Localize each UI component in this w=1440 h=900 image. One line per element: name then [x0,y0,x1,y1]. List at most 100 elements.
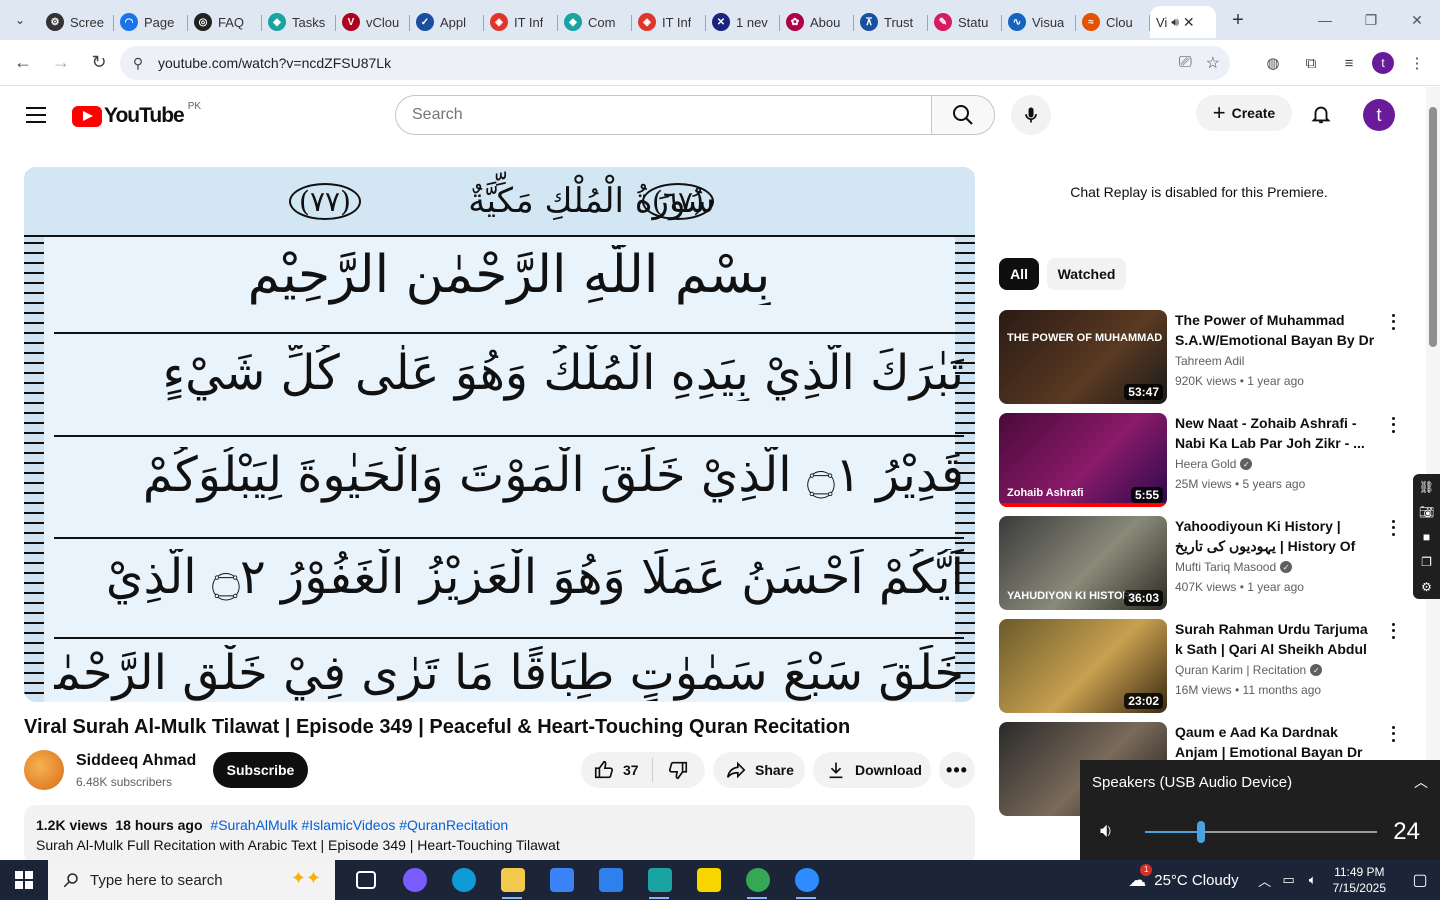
translate-icon[interactable]: ◍ [1258,48,1288,78]
scrollbar-thumb[interactable] [1429,107,1437,347]
camera-icon[interactable]: 📷︎ [1419,505,1434,519]
chip-watched[interactable]: Watched [1047,258,1126,290]
link-icon[interactable]: ⛓ [1419,480,1434,494]
browser-tab[interactable]: ◈ IT Inf [632,6,706,38]
rec-thumbnail[interactable]: THE POWER OF MUHAMMAD 53:47 [999,310,1167,404]
restore-icon[interactable]: ❐ [1348,0,1394,40]
rec-channel[interactable]: Mufti Tariq Masood ✓ [1175,560,1293,574]
rec-thumbnail[interactable]: YAHUDIYON KI HISTORY 36:03 [999,516,1167,610]
audio-device-name[interactable]: Speakers (USB Audio Device) [1092,774,1292,791]
start-button[interactable] [0,860,48,900]
chevron-up-icon[interactable]: ︿ [1414,772,1428,792]
browser-tab[interactable]: ◈ IT Inf [484,6,558,38]
taskbar-app-copilot[interactable] [390,860,439,900]
taskbar-app-zoom[interactable] [782,860,831,900]
back-icon[interactable]: ← [6,46,40,80]
url-text[interactable]: youtube.com/watch?v=ncdZFSU87Lk [158,55,391,71]
taskbar-app-sticky-notes[interactable] [684,860,733,900]
close-tab-icon[interactable]: ✕ [1183,14,1195,31]
profile-avatar[interactable]: t [1372,52,1394,74]
rec-channel[interactable]: Quran Karim | Recitation ✓ [1175,663,1323,677]
hashtags[interactable]: #SurahAlMulk #IslamicVideos #QuranRecita… [210,817,508,833]
reload-icon[interactable]: ↻ [82,46,116,80]
share-button[interactable]: Share [713,752,805,788]
window-icon[interactable]: ❐ [1421,555,1432,569]
rec-thumbnail[interactable]: 23:02 [999,619,1167,713]
recommendation-item[interactable]: Qaum e Aad Ka Dardnak Anjam | Emotional … [999,722,1409,816]
volume-slider[interactable] [1145,821,1377,843]
browser-tab[interactable]: ◆ Com [558,6,632,38]
speaker-icon[interactable]: 🔉︎ [1100,820,1113,843]
rec-title[interactable]: The Power of Muhammad S.A.W/Emotional Ba… [1175,310,1379,350]
rec-more-icon[interactable] [1387,312,1399,332]
install-app-icon[interactable]: ⎚ [1179,54,1192,72]
tab-search-button[interactable]: ⌄ [6,6,34,34]
download-button[interactable]: Download [813,752,931,788]
dislike-button[interactable] [653,759,703,781]
rec-thumbnail[interactable]: Zohaib Ashrafi 5:55 [999,413,1167,507]
extensions-icon[interactable]: ⧉ [1296,48,1326,78]
video-player[interactable]: (٧٧) سُورَةُ الْمُلْكِ مَكِّيَّةٌ (٦٧) ب… [24,167,975,702]
search-input[interactable]: Search [395,95,932,135]
rec-more-icon[interactable] [1387,621,1399,641]
new-tab-button[interactable]: + [1222,6,1254,34]
youtube-logo[interactable]: YouTube PK [72,101,201,128]
like-button[interactable]: 37 [581,758,653,782]
rec-title[interactable]: Surah Rahman Urdu Tarjuma k Sath | Qari … [1175,619,1379,659]
description-box[interactable]: 1.2K views 18 hours ago #SurahAlMulk #Is… [24,805,975,865]
taskbar-app-mail[interactable] [586,860,635,900]
browser-tab[interactable]: ✕ 1 nev [706,6,780,38]
taskbar-clock[interactable]: 11:49 PM 7/15/2025 [1333,864,1386,896]
settings-gear-icon[interactable]: ⚙ [1421,580,1432,594]
address-bar[interactable]: ⚲ youtube.com/watch?v=ncdZFSU87Lk ⎚ ☆ [120,46,1230,80]
taskbar-app-file-explorer[interactable] [488,860,537,900]
rec-channel[interactable]: Tahreem Adil [1175,354,1244,368]
rec-more-icon[interactable] [1387,415,1399,435]
browser-tab[interactable]: ◆ Tasks [262,6,336,38]
create-button[interactable]: + Create [1196,95,1292,131]
close-window-icon[interactable]: ✕ [1394,0,1440,40]
notification-center-icon[interactable]: ▢ [1400,860,1440,900]
tab-active[interactable]: Vi 🔊︎ ✕ [1150,6,1216,38]
forward-icon[interactable]: → [44,46,78,80]
rec-title[interactable]: Yahoodiyoun Ki History | یہودیوں کی تاری… [1175,516,1379,556]
channel-name[interactable]: Siddeeq Ahmad [76,752,196,770]
volume-slider-thumb[interactable] [1196,821,1205,843]
channel-avatar[interactable] [24,750,64,790]
network-icon[interactable]: ▭ [1277,872,1301,888]
taskbar-app-store[interactable] [537,860,586,900]
rec-more-icon[interactable] [1387,518,1399,538]
taskbar-search-input[interactable]: Type here to search ✦✦ [48,860,335,900]
voice-search-button[interactable] [1011,95,1051,135]
rec-channel[interactable]: Heera Gold ✓ [1175,457,1253,471]
guide-menu-icon[interactable] [22,103,50,127]
browser-tab[interactable]: ✎ Statu [928,6,1002,38]
recommendation-item[interactable]: Zohaib Ashrafi 5:55 New Naat - Zohaib Ashr… [999,413,1409,509]
weather-widget[interactable]: ☁ 1 25°C Cloudy [1128,863,1239,891]
media-controls-icon[interactable]: ≡ [1334,48,1364,78]
browser-tab[interactable]: ∿ Visua [1002,6,1076,38]
chip-all[interactable]: All [999,258,1039,290]
browser-tab[interactable]: ⊼ Trust [854,6,928,38]
minimize-icon[interactable]: — [1302,0,1348,40]
speaker-icon[interactable]: 🔊︎ [1171,15,1179,30]
search-button[interactable] [931,95,995,135]
video-camera-icon[interactable]: ■ [1423,530,1430,544]
recommendation-item[interactable]: THE POWER OF MUHAMMAD 53:47 The Power of M… [999,310,1409,406]
taskbar-app-chrome[interactable] [733,860,782,900]
rec-title[interactable]: Qaum e Aad Ka Dardnak Anjam | Emotional … [1175,722,1379,762]
browser-tab[interactable]: ✿ Abou [780,6,854,38]
speaker-icon[interactable]: 🔈︎ [1301,872,1325,888]
recommendation-item[interactable]: YAHUDIYON KI HISTORY 36:03 Yahoodiyoun Ki … [999,516,1409,612]
browser-tab[interactable]: ✓ Appl [410,6,484,38]
browser-tab[interactable]: ⚙ Scree [40,6,114,38]
account-avatar[interactable]: t [1363,99,1395,131]
subscribe-button[interactable]: Subscribe [213,752,308,788]
taskbar-app-app-blue[interactable] [635,860,684,900]
notifications-button[interactable] [1306,99,1336,129]
browser-tab[interactable]: ◠ Page [114,6,188,38]
rec-title[interactable]: New Naat - Zohaib Ashrafi - Nabi Ka Lab … [1175,413,1379,453]
more-actions-button[interactable]: ••• [939,752,975,788]
browser-menu-icon[interactable]: ⋮ [1402,48,1432,78]
recommendation-item[interactable]: 23:02 Surah Rahman Urdu Tarjuma k Sath | … [999,619,1409,715]
